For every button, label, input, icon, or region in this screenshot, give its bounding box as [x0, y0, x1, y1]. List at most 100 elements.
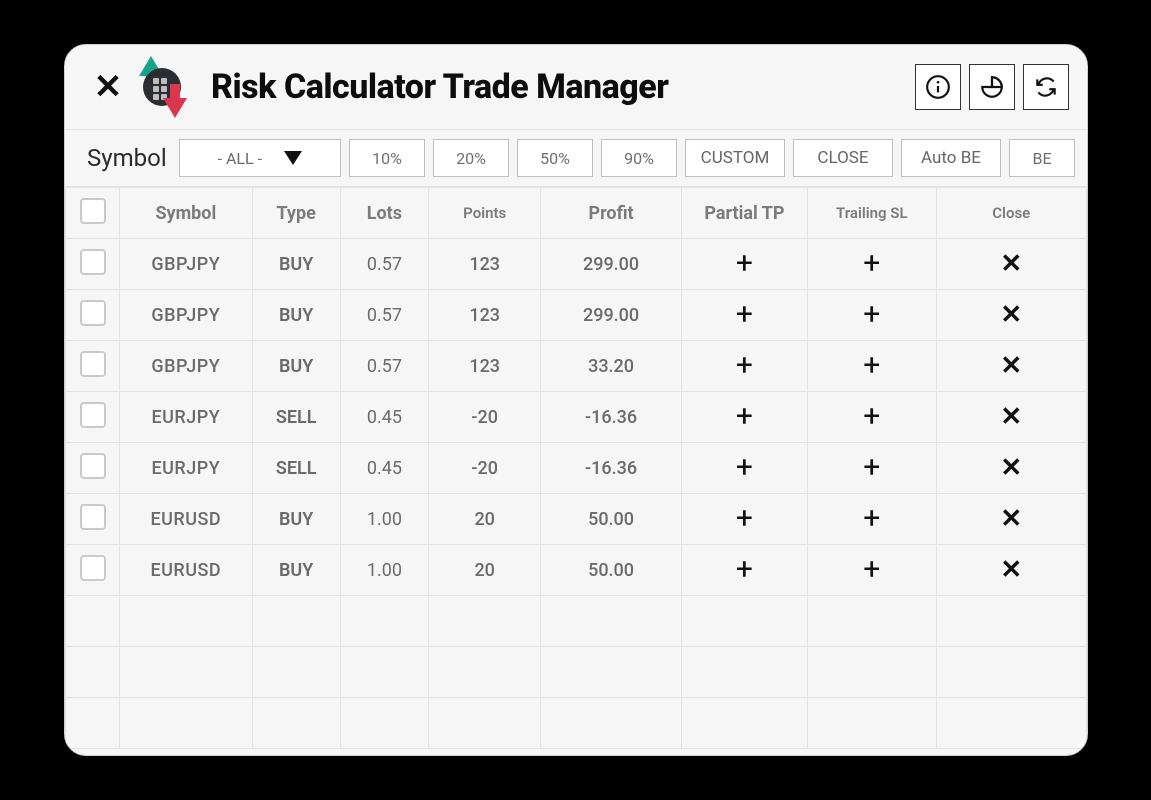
partial-tp-button[interactable]: +	[736, 348, 753, 383]
close-trade-button[interactable]: ✕	[1000, 249, 1022, 279]
close-trade-button[interactable]: ✕	[1000, 402, 1022, 432]
cell-type: BUY	[252, 545, 340, 596]
cell-type: SELL	[252, 443, 340, 494]
partial-tp-button[interactable]: +	[736, 399, 753, 434]
cell-type: BUY	[252, 239, 340, 290]
close-pct-20-button[interactable]: 20%	[433, 139, 509, 177]
table-row: EURJPYSELL0.45-20-16.36 + + ✕	[66, 443, 1087, 494]
stats-button[interactable]	[969, 64, 1015, 110]
col-profit: Profit	[541, 188, 681, 239]
arrow-down-icon	[163, 98, 187, 118]
col-symbol: Symbol	[120, 188, 252, 239]
cell-lots: 0.45	[340, 443, 428, 494]
close-trade-button[interactable]: ✕	[1000, 555, 1022, 585]
cell-type: SELL	[252, 392, 340, 443]
cell-profit: -16.36	[541, 392, 681, 443]
trailing-sl-button[interactable]: +	[863, 297, 880, 332]
custom-close-button[interactable]: CUSTOM	[685, 139, 785, 177]
row-checkbox[interactable]	[80, 555, 106, 581]
symbol-select-value: - ALL -	[218, 149, 262, 168]
partial-tp-button[interactable]: +	[736, 246, 753, 281]
cell-points: 20	[429, 545, 541, 596]
table-row: EURJPYSELL0.45-20-16.36++✕	[66, 392, 1087, 443]
table-row: GBPJPYBUY0.57123299.00++✕	[66, 239, 1087, 290]
close-trade-button[interactable]: ✕	[1000, 504, 1022, 534]
cell-symbol: EURJPY	[120, 392, 252, 443]
table-row: EURUSDBUY1.002050.00 + + ✕	[66, 545, 1087, 596]
table-row-empty	[66, 647, 1087, 698]
close-trade-button[interactable]: ✕	[1000, 351, 1022, 381]
cell-lots: 1.00	[340, 494, 428, 545]
app-logo	[133, 58, 191, 116]
title-bar: ✕ Risk Calculator Trade Manager	[65, 45, 1087, 130]
trailing-sl-button[interactable]: +	[863, 348, 880, 383]
trailing-sl-button[interactable]: +	[863, 552, 880, 587]
partial-tp-button[interactable]: +	[736, 552, 753, 587]
row-checkbox[interactable]	[80, 402, 106, 428]
cell-profit: 50.00	[541, 494, 681, 545]
trailing-sl-button[interactable]: +	[863, 501, 880, 536]
close-trade-button[interactable]: ✕	[1000, 453, 1022, 483]
close-all-button[interactable]: CLOSE	[793, 139, 893, 177]
trades-grid: Symbol Type Lots Points Profit Partial T…	[65, 187, 1087, 755]
close-pct-10-button[interactable]: 10%	[349, 139, 425, 177]
col-close: Close	[936, 188, 1087, 239]
auto-be-button[interactable]: Auto BE	[901, 139, 1001, 177]
partial-tp-button[interactable]: +	[736, 450, 753, 485]
cell-symbol: EURUSD	[120, 494, 252, 545]
col-points: Points	[429, 188, 541, 239]
trailing-sl-button[interactable]: +	[863, 246, 880, 281]
table-row: GBPJPYBUY0.57123299.00++✕	[66, 290, 1087, 341]
pie-chart-icon	[979, 74, 1005, 100]
info-button[interactable]	[915, 64, 961, 110]
table-row: EURUSDBUY1.002050.00 + + ✕	[66, 494, 1087, 545]
cell-symbol: EURUSD	[120, 545, 252, 596]
cell-profit: -16.36	[541, 443, 681, 494]
col-type: Type	[252, 188, 340, 239]
row-checkbox[interactable]	[80, 504, 106, 530]
table-row: GBPJPYBUY0.5712333.20++✕	[66, 341, 1087, 392]
refresh-icon	[1033, 74, 1059, 100]
row-checkbox[interactable]	[80, 249, 106, 275]
cell-profit: 299.00	[541, 290, 681, 341]
dropdown-caret-icon	[284, 151, 302, 165]
trailing-sl-button[interactable]: +	[863, 399, 880, 434]
select-all-checkbox[interactable]	[80, 198, 106, 224]
symbol-select[interactable]: - ALL -	[179, 139, 341, 177]
cell-symbol: GBPJPY	[120, 290, 252, 341]
trailing-sl-button[interactable]: +	[863, 450, 880, 485]
trades-table: Symbol Type Lots Points Profit Partial T…	[65, 187, 1087, 749]
cell-profit: 33.20	[541, 341, 681, 392]
refresh-button[interactable]	[1023, 64, 1069, 110]
close-panel-button[interactable]: ✕	[89, 68, 127, 106]
close-trade-button[interactable]: ✕	[1000, 300, 1022, 330]
table-header-row: Symbol Type Lots Points Profit Partial T…	[66, 188, 1087, 239]
cell-type: BUY	[252, 290, 340, 341]
symbol-label: Symbol	[87, 144, 167, 172]
row-checkbox[interactable]	[80, 453, 106, 479]
cell-type: BUY	[252, 494, 340, 545]
cell-lots: 0.45	[340, 392, 428, 443]
app-title: Risk Calculator Trade Manager	[211, 67, 668, 107]
cell-points: -20	[429, 443, 541, 494]
close-pct-50-button[interactable]: 50%	[517, 139, 593, 177]
be-button[interactable]: BE	[1009, 139, 1075, 177]
cell-lots: 0.57	[340, 290, 428, 341]
partial-tp-button[interactable]: +	[736, 297, 753, 332]
partial-tp-button[interactable]: +	[736, 501, 753, 536]
col-partial-tp: Partial TP	[681, 188, 807, 239]
info-icon	[925, 74, 951, 100]
trade-manager-panel: ✕ Risk Calculator Trade Manager	[64, 44, 1088, 756]
row-checkbox[interactable]	[80, 300, 106, 326]
cell-profit: 299.00	[541, 239, 681, 290]
cell-points: 20	[429, 494, 541, 545]
cell-profit: 50.00	[541, 545, 681, 596]
cell-symbol: EURJPY	[120, 443, 252, 494]
table-row-empty	[66, 698, 1087, 749]
col-trailing-sl: Trailing SL	[808, 188, 936, 239]
cell-symbol: GBPJPY	[120, 341, 252, 392]
cell-lots: 0.57	[340, 341, 428, 392]
close-pct-90-button[interactable]: 90%	[601, 139, 677, 177]
cell-lots: 1.00	[340, 545, 428, 596]
row-checkbox[interactable]	[80, 351, 106, 377]
